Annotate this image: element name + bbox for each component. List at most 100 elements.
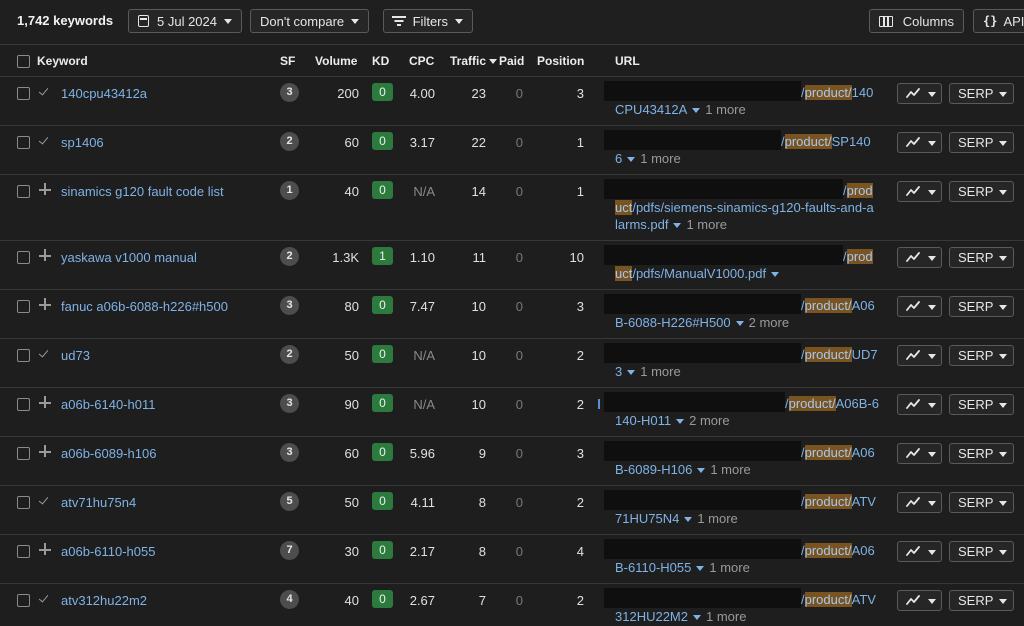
more-urls-link[interactable]: 1 more <box>709 560 749 575</box>
serp-button[interactable]: SERP <box>949 394 1014 415</box>
serp-features-badge[interactable]: 5 <box>280 492 299 511</box>
serp-button[interactable]: SERP <box>949 541 1014 562</box>
url-continuation[interactable]: uct/pdfs/ManualV1000.pdf <box>615 265 895 282</box>
url-continuation[interactable]: 3 1 more <box>615 363 895 380</box>
url-path-text[interactable]: B-6089-H106 <box>615 462 692 477</box>
col-volume[interactable]: Volume <box>315 54 357 68</box>
more-urls-link[interactable]: 2 more <box>689 413 729 428</box>
url-path-link[interactable]: /product/A06B-6 <box>785 395 879 412</box>
trend-chart-button[interactable] <box>897 83 942 104</box>
row-checkbox[interactable] <box>17 496 30 509</box>
trend-chart-button[interactable] <box>897 345 942 366</box>
url-path-link[interactable]: /prod <box>843 182 873 199</box>
chevron-down-icon[interactable] <box>692 108 701 114</box>
chevron-down-icon[interactable] <box>771 272 780 278</box>
url-path-text[interactable]: 140-H011 <box>615 413 671 428</box>
trend-chart-button[interactable] <box>897 296 942 317</box>
url-continuation[interactable]: B-6088-H226#H500 2 more <box>615 314 895 331</box>
url-path-link[interactable]: /product/ATV <box>801 591 876 608</box>
chevron-down-icon[interactable] <box>696 566 705 572</box>
row-checkbox[interactable] <box>17 545 30 558</box>
url-path-text[interactable]: larms.pdf <box>615 217 668 232</box>
serp-button[interactable]: SERP <box>949 443 1014 464</box>
serp-features-badge[interactable]: 3 <box>280 443 299 462</box>
serp-features-badge[interactable]: 2 <box>280 345 299 364</box>
chevron-down-icon[interactable] <box>693 615 701 621</box>
more-urls-link[interactable]: 1 more <box>640 364 680 379</box>
chevron-down-icon[interactable] <box>676 419 685 425</box>
url-path-text[interactable]: 3 <box>615 364 622 379</box>
serp-features-badge[interactable]: 7 <box>280 541 299 560</box>
columns-button[interactable]: Columns <box>869 9 964 33</box>
url-path-link[interactable]: /product/A06 <box>801 444 875 461</box>
serp-button[interactable]: SERP <box>949 492 1014 513</box>
keyword-link[interactable]: atv71hu75n4 <box>61 495 136 510</box>
url-continuation[interactable]: B-6089-H106 1 more <box>615 461 895 478</box>
url-path-text[interactable]: B-6110-H055 <box>615 560 691 575</box>
more-urls-link[interactable]: 1 more <box>705 102 745 117</box>
serp-button[interactable]: SERP <box>949 247 1014 268</box>
row-checkbox[interactable] <box>17 87 30 100</box>
trend-chart-button[interactable] <box>897 590 942 611</box>
col-sf[interactable]: SF <box>280 54 295 68</box>
keyword-link[interactable]: sinamics g120 fault code list <box>61 184 224 199</box>
url-path-text[interactable]: CPU43412A <box>615 102 687 117</box>
trend-chart-button[interactable] <box>897 541 942 562</box>
more-urls-link[interactable]: 1 more <box>706 609 746 624</box>
row-checkbox[interactable] <box>17 136 30 149</box>
url-continuation[interactable]: CPU43412A 1 more <box>615 101 895 118</box>
url-continuation[interactable]: uct/pdfs/siemens-sinamics-g120-faults-an… <box>615 199 895 216</box>
serp-button[interactable]: SERP <box>949 296 1014 317</box>
url-continuation[interactable]: 6 1 more <box>615 150 895 167</box>
keyword-link[interactable]: atv312hu22m2 <box>61 593 147 608</box>
url-path-link[interactable]: /product/A06 <box>801 542 875 559</box>
select-all-checkbox[interactable] <box>17 55 30 68</box>
keyword-link[interactable]: a06b-6110-h055 <box>61 544 155 559</box>
more-urls-link[interactable]: 1 more <box>697 511 737 526</box>
keyword-link[interactable]: a06b-6140-h011 <box>61 397 155 412</box>
chevron-down-icon[interactable] <box>697 468 706 474</box>
url-path-link[interactable]: /product/140 <box>801 84 873 101</box>
more-urls-link[interactable]: 2 more <box>749 315 789 330</box>
serp-button[interactable]: SERP <box>949 181 1014 202</box>
row-checkbox[interactable] <box>17 251 30 264</box>
keyword-link[interactable]: fanuc a06b-6088-h226#h500 <box>61 299 228 314</box>
chevron-down-icon[interactable] <box>684 517 693 523</box>
trend-chart-button[interactable] <box>897 247 942 268</box>
row-checkbox[interactable] <box>17 398 30 411</box>
row-checkbox[interactable] <box>17 300 30 313</box>
keyword-link[interactable]: ud73 <box>61 348 90 363</box>
col-url[interactable]: URL <box>615 54 640 68</box>
chevron-down-icon[interactable] <box>627 370 636 376</box>
url-continuation[interactable]: larms.pdf 1 more <box>615 216 895 233</box>
row-checkbox[interactable] <box>17 447 30 460</box>
row-checkbox[interactable] <box>17 594 30 607</box>
url-path-text[interactable]: uct/pdfs/siemens-sinamics-g120-faults-an… <box>615 200 874 215</box>
url-continuation[interactable]: 140-H011 2 more <box>615 412 895 429</box>
filters-button[interactable]: Filters <box>383 9 473 33</box>
url-path-text[interactable]: B-6088-H226#H500 <box>615 315 731 330</box>
serp-button[interactable]: SERP <box>949 83 1014 104</box>
chevron-down-icon[interactable] <box>673 223 682 229</box>
serp-button[interactable]: SERP <box>949 345 1014 366</box>
serp-features-badge[interactable]: 2 <box>280 132 299 151</box>
keyword-link[interactable]: a06b-6089-h106 <box>61 446 156 461</box>
chevron-down-icon[interactable] <box>627 157 636 163</box>
trend-chart-button[interactable] <box>897 443 942 464</box>
url-path-text[interactable]: 312HU22M2 <box>615 609 688 624</box>
serp-features-badge[interactable]: 3 <box>280 394 299 413</box>
more-urls-link[interactable]: 1 more <box>686 217 726 232</box>
col-kd[interactable]: KD <box>372 54 389 68</box>
trend-chart-button[interactable] <box>897 394 942 415</box>
row-checkbox[interactable] <box>17 185 30 198</box>
url-continuation[interactable]: 71HU75N4 1 more <box>615 510 895 527</box>
url-continuation[interactable]: B-6110-H055 1 more <box>615 559 895 576</box>
url-path-link[interactable]: /product/A06 <box>801 297 875 314</box>
keyword-link[interactable]: 140cpu43412a <box>61 86 147 101</box>
trend-chart-button[interactable] <box>897 181 942 202</box>
col-traffic[interactable]: Traffic <box>450 54 498 68</box>
more-urls-link[interactable]: 1 more <box>640 151 680 166</box>
trend-chart-button[interactable] <box>897 492 942 513</box>
serp-features-badge[interactable]: 3 <box>280 296 299 315</box>
serp-features-badge[interactable]: 2 <box>280 247 299 266</box>
